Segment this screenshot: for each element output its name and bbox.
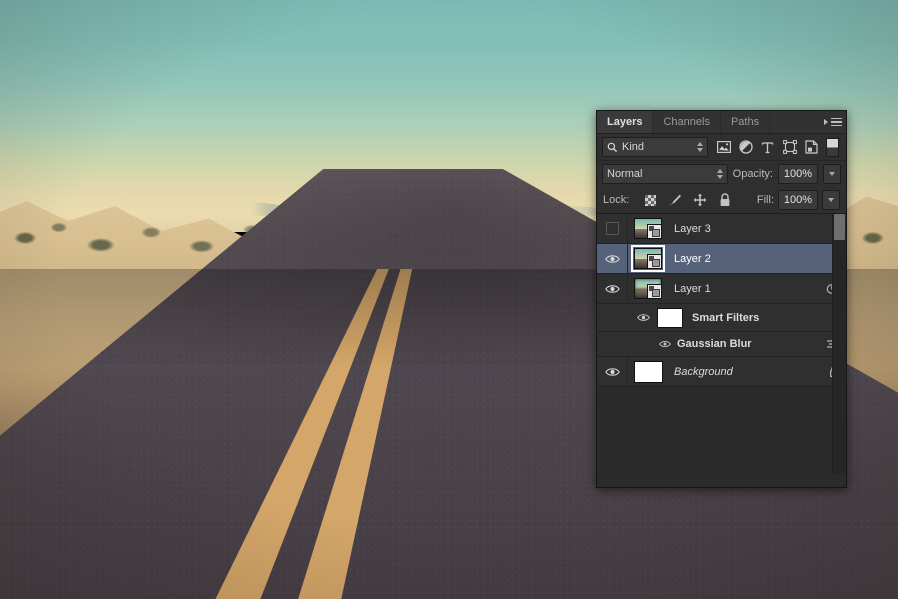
tab-paths-label: Paths [731,116,759,128]
lock-image-pixels-icon[interactable] [668,193,682,207]
lock-transparent-pixels-icon[interactable] [643,193,657,207]
layer-thumbnail-layer-2 [634,248,662,269]
smart-filters-mask-thumbnail[interactable] [657,308,683,328]
opacity-dropdown-arrow-icon[interactable] [823,164,841,184]
layer-thumbnail-cell-background[interactable] [628,361,668,383]
smart-filters-visibility-icon[interactable] [637,313,650,322]
layer-row-layer-3[interactable]: Layer 3 [597,214,846,244]
layer-name-layer-2[interactable]: Layer 2 [668,253,846,265]
smart-object-badge-icon [647,254,662,269]
layer-list-scrollbar[interactable] [832,214,846,474]
panel-menu-icon[interactable] [824,115,842,129]
blend-mode-row: Normal Opacity: 100% [597,161,846,187]
lock-row: Lock: [597,187,846,214]
filter-type-icons [716,140,819,155]
layer-thumbnail-cell-layer-1[interactable] [628,278,668,299]
opacity-value: 100% [784,168,812,180]
pixel-layer-filter-icon[interactable] [716,140,731,155]
layer-row-layer-1[interactable]: Layer 1 [597,274,846,304]
blend-mode-value: Normal [607,168,642,180]
panel-menu-triangle [824,119,828,125]
panel-tab-bar: Layers Channels Paths [597,111,846,134]
lock-all-icon[interactable] [718,193,732,207]
tab-channels[interactable]: Channels [653,111,720,133]
layer-name-layer-1[interactable]: Layer 1 [668,283,826,295]
eye-on-icon [605,367,620,377]
filter-kind-select[interactable]: Kind [602,137,708,157]
filter-kind-label: Kind [622,141,644,153]
layer-list[interactable]: Layer 3 [597,214,846,474]
lock-icon-group [643,193,732,207]
gaussian-blur-visibility-icon[interactable] [659,340,671,348]
eye-off-icon [606,222,619,235]
opacity-label: Opacity: [733,168,773,180]
layer-filter-row: Kind [597,134,846,161]
eye-on-icon [605,284,620,294]
visibility-toggle-background[interactable] [597,357,628,386]
layer-row-layer-2[interactable]: Layer 2 [597,244,846,274]
visibility-toggle-layer-2[interactable] [597,244,628,273]
layer-thumbnail-layer-1 [634,278,662,299]
layer-name-background[interactable]: Background [668,366,829,378]
search-icon [607,142,618,153]
layer-list-empty-area[interactable] [597,387,846,474]
layers-panel[interactable]: Layers Channels Paths [596,110,847,488]
tab-layers[interactable]: Layers [597,111,653,133]
panel-menu-lines [831,118,842,127]
scrollbar-thumb[interactable] [834,214,845,240]
layer-thumbnail-cell-layer-2[interactable] [628,248,668,269]
layer-name-layer-3[interactable]: Layer 3 [668,223,846,235]
smart-filters-row[interactable]: Smart Filters [597,304,846,332]
fill-value: 100% [784,194,812,206]
filter-toggle-switch[interactable] [826,138,839,157]
layer-thumbnail-cell-layer-3[interactable] [628,218,668,239]
adjustment-layer-filter-icon[interactable] [738,140,753,155]
eye-on-icon [605,254,620,264]
blend-mode-select[interactable]: Normal [602,164,728,184]
blend-mode-stepper[interactable] [717,169,723,179]
fill-group: Fill: 100% [757,190,840,210]
smart-filters-label: Smart Filters [690,312,759,324]
fill-label: Fill: [757,194,774,206]
gaussian-blur-label: Gaussian Blur [677,338,752,350]
smart-object-filter-icon[interactable] [804,140,819,155]
lock-position-icon[interactable] [693,193,707,207]
lock-label: Lock: [603,194,629,206]
tab-layers-label: Layers [607,116,642,128]
visibility-toggle-layer-3[interactable] [597,214,628,243]
screenshot-root: Layers Channels Paths [0,0,898,599]
layer-thumbnail-background [634,361,663,383]
smart-filter-row-gaussian-blur[interactable]: Gaussian Blur [597,332,846,357]
shape-layer-filter-icon[interactable] [782,140,797,155]
smart-object-badge-icon [647,224,662,239]
opacity-input[interactable]: 100% [778,164,818,184]
layer-row-background[interactable]: Background [597,357,846,387]
filter-kind-stepper[interactable] [697,142,703,152]
type-layer-filter-icon[interactable] [760,140,775,155]
layer-thumbnail-layer-3 [634,218,662,239]
fill-input[interactable]: 100% [778,190,818,210]
smart-object-badge-icon [647,284,662,299]
visibility-toggle-layer-1[interactable] [597,274,628,303]
fill-dropdown-arrow-icon[interactable] [822,190,840,210]
tab-channels-label: Channels [663,116,709,128]
tab-paths[interactable]: Paths [721,111,770,133]
